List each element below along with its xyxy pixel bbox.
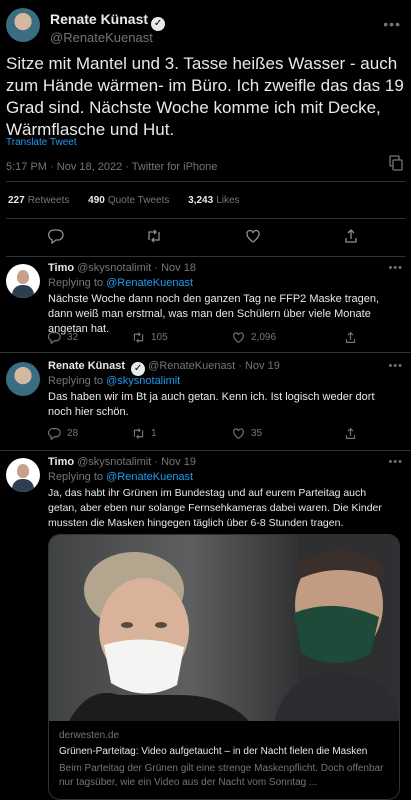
- likes-stat[interactable]: 3,243 Likes: [188, 195, 239, 206]
- reply-count: 28: [67, 428, 79, 439]
- switch-icon[interactable]: [389, 155, 403, 171]
- avatar[interactable]: [6, 8, 40, 42]
- main-tweet-author[interactable]: Renate Künast ✓ @RenateKuenast •••: [6, 8, 405, 48]
- reply-author-name[interactable]: Timo: [48, 456, 74, 468]
- reply-icon[interactable]: [48, 228, 64, 244]
- replying-to-link[interactable]: @RenateKuenast: [106, 471, 193, 483]
- reply-text: Ja, das habt ihr Grünen im Bundestag und…: [48, 487, 382, 529]
- reply-date[interactable]: Nov 19: [161, 456, 196, 468]
- reply-author-handle[interactable]: @RenateKuenast: [148, 360, 235, 372]
- reply-actions: 32 105 2,096: [48, 331, 368, 345]
- card-description: Beim Parteitag der Grünen gilt eine stre…: [59, 763, 384, 788]
- translate-link[interactable]: Translate Tweet: [6, 137, 77, 148]
- avatar[interactable]: [6, 458, 40, 492]
- link-card[interactable]: derwesten.de Grünen-Parteitag: Video auf…: [48, 534, 400, 800]
- avatar[interactable]: [6, 362, 40, 396]
- retweets-stat[interactable]: 227 Retweets: [8, 195, 69, 206]
- retweet-icon[interactable]: [146, 228, 162, 244]
- tweet-text: Sitze mit Mantel und 3. Tasse heißes Was…: [6, 54, 404, 139]
- reply-author-name[interactable]: Timo: [48, 262, 74, 274]
- separator: ·: [125, 161, 129, 173]
- retweet-button[interactable]: 1: [132, 427, 157, 440]
- reply-button[interactable]: 28: [48, 427, 78, 440]
- divider: [6, 218, 405, 219]
- reply-author-handle[interactable]: @skysnotalimit: [77, 456, 151, 468]
- separator: ·: [154, 262, 159, 274]
- tweet-source[interactable]: Twitter for iPhone: [132, 161, 218, 173]
- card-title: Grünen-Parteitag: Video aufgetaucht – in…: [59, 746, 368, 757]
- retweet-count: 105: [151, 332, 168, 343]
- share-icon: [345, 331, 356, 343]
- replying-to: Replying to @RenateKuenast: [48, 277, 193, 289]
- replying-label: Replying to: [48, 471, 104, 483]
- avatar[interactable]: [6, 264, 40, 298]
- more-icon[interactable]: •••: [388, 360, 403, 372]
- like-button[interactable]: 35: [232, 427, 262, 440]
- share-icon[interactable]: [343, 228, 359, 244]
- reply-button[interactable]: 32: [48, 331, 78, 344]
- reply-author-handle[interactable]: @skysnotalimit: [77, 262, 151, 274]
- card-domain: derwesten.de: [59, 730, 120, 741]
- like-button[interactable]: 2,096: [232, 331, 276, 344]
- like-icon: [233, 428, 244, 440]
- like-count: 2,096: [251, 332, 277, 343]
- verified-icon: ✓: [151, 17, 166, 31]
- share-button[interactable]: [344, 331, 357, 344]
- separator: ·: [154, 456, 159, 468]
- tweet-actions: [0, 228, 411, 246]
- retweet-button[interactable]: 105: [132, 331, 168, 344]
- replying-to: Replying to @skysnotalimit: [48, 375, 180, 387]
- tweet-meta: 5:17 PM · Nov 18, 2022 · Twitter for iPh…: [6, 161, 217, 173]
- reply-header: Renate Künast ✓ @RenateKuenast · Nov 19: [48, 360, 280, 376]
- divider: [0, 450, 411, 451]
- more-icon[interactable]: •••: [388, 262, 403, 274]
- share-icon: [345, 427, 356, 439]
- card-image: [49, 535, 399, 721]
- like-count: 35: [251, 428, 263, 439]
- more-icon[interactable]: •••: [388, 456, 403, 468]
- replying-to-link[interactable]: @skysnotalimit: [106, 375, 180, 387]
- retweet-icon: [133, 428, 144, 439]
- engagement-stats: 227 Retweets 490 Quote Tweets 3,243 Likes: [8, 195, 256, 206]
- divider: [6, 181, 405, 182]
- reply-tweet[interactable]: Timo @skysnotalimit · Nov 18 ••• Replyin…: [0, 262, 411, 354]
- replying-to: Replying to @RenateKuenast: [48, 471, 193, 483]
- separator: ·: [238, 360, 242, 372]
- like-icon[interactable]: [245, 228, 261, 244]
- reply-tweet[interactable]: Renate Künast ✓ @RenateKuenast · Nov 19 …: [0, 360, 411, 450]
- divider: [6, 256, 405, 257]
- reply-header: Timo @skysnotalimit · Nov 19: [48, 456, 196, 468]
- replying-label: Replying to: [48, 375, 104, 387]
- retweet-count: 1: [151, 428, 157, 439]
- retweet-icon: [133, 332, 144, 343]
- reply-date[interactable]: Nov 19: [245, 360, 280, 372]
- quotes-stat[interactable]: 490 Quote Tweets: [88, 195, 169, 206]
- share-button[interactable]: [344, 427, 357, 440]
- tweet-date[interactable]: Nov 18, 2022: [57, 161, 122, 173]
- reply-icon: [48, 332, 61, 344]
- reply-author-name[interactable]: Renate Künast: [48, 360, 125, 372]
- author-name[interactable]: Renate Künast ✓: [50, 11, 166, 31]
- author-handle[interactable]: @RenateKuenast: [50, 30, 153, 45]
- card-photo: [69, 535, 399, 721]
- like-icon: [233, 332, 244, 344]
- replying-label: Replying to: [48, 277, 104, 289]
- reply-header: Timo @skysnotalimit · Nov 18: [48, 262, 196, 274]
- reply-icon: [48, 428, 61, 440]
- divider: [0, 352, 411, 353]
- verified-icon: ✓: [131, 362, 146, 376]
- tweet-time[interactable]: 5:17 PM: [6, 161, 47, 173]
- replying-to-link[interactable]: @RenateKuenast: [106, 277, 193, 289]
- more-icon[interactable]: •••: [383, 16, 401, 32]
- reply-date[interactable]: Nov 18: [161, 262, 196, 274]
- separator: ·: [50, 161, 54, 173]
- reply-text: Das haben wir im Bt ja auch getan. Kenn …: [48, 391, 375, 418]
- author-name-text: Renate Künast: [50, 11, 149, 27]
- reply-count: 32: [67, 332, 79, 343]
- reply-actions: 28 1 35: [48, 427, 368, 441]
